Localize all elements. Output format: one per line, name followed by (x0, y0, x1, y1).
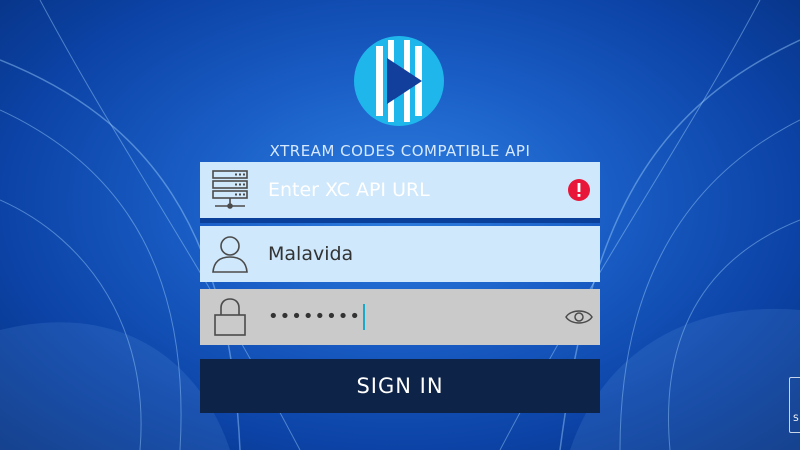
password-input[interactable]: •••••••• (260, 304, 558, 330)
sign-in-button[interactable]: SIGN IN (200, 359, 600, 413)
server-icon (212, 170, 248, 209)
lock-icon (214, 298, 246, 336)
error-icon (568, 179, 590, 201)
show-password-toggle[interactable] (558, 289, 600, 345)
api-title: XTREAM CODES COMPATIBLE API (269, 142, 531, 160)
url-input[interactable]: Enter XC API URL (260, 179, 558, 201)
password-field[interactable]: •••••••• (200, 289, 600, 345)
eye-icon (565, 310, 593, 324)
username-input[interactable]: Malavida (260, 243, 600, 265)
user-icon (212, 236, 248, 273)
text-cursor (362, 304, 365, 330)
play-logo-icon (354, 36, 444, 126)
password-mask: •••••••• (268, 306, 361, 327)
corner-label: S (793, 414, 799, 424)
url-field[interactable]: Enter XC API URL (200, 162, 600, 223)
corner-button[interactable]: S (789, 377, 800, 433)
username-field[interactable]: Malavida (200, 226, 600, 282)
